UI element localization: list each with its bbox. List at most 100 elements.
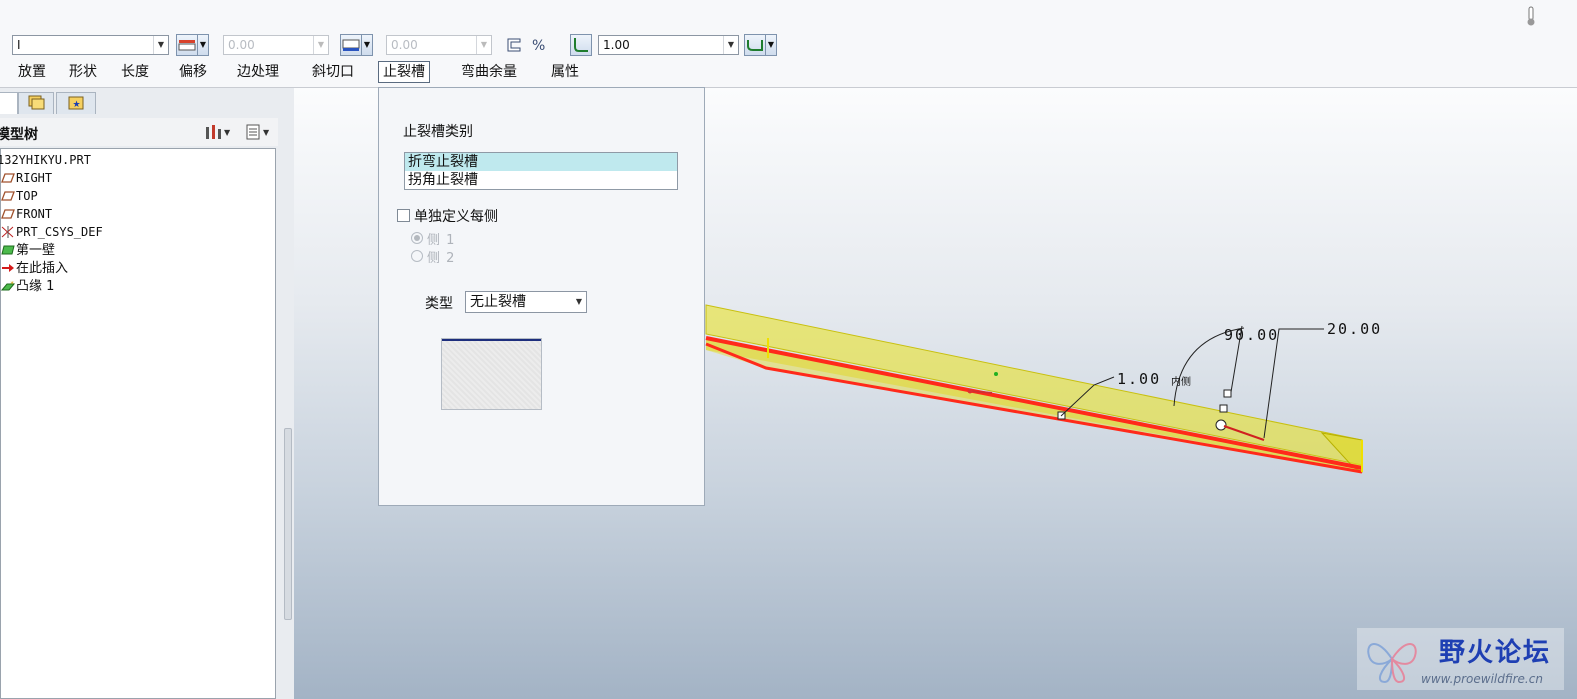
tree-node-csys[interactable]: PRT_CSYS_DEF bbox=[1, 223, 103, 241]
thickness-side-button[interactable] bbox=[176, 34, 198, 56]
tab-offset[interactable]: 偏移 bbox=[179, 62, 207, 82]
radius-side-icon bbox=[747, 40, 763, 51]
insert-arrow-icon bbox=[2, 264, 14, 272]
tree-node-label: TOP bbox=[16, 189, 38, 203]
flange-icon: * bbox=[1, 280, 15, 291]
tab-length[interactable]: 长度 bbox=[121, 62, 149, 82]
tree-node-first-wall[interactable]: 第一壁 bbox=[1, 241, 55, 259]
watermark-url: www.proewildfire.cn bbox=[1421, 672, 1543, 686]
offset-side-dropdown[interactable]: ▼ bbox=[362, 34, 373, 56]
tree-node-label: RIGHT bbox=[16, 171, 53, 185]
tree-node-flange[interactable]: * 凸缘 1 bbox=[1, 277, 54, 295]
side1-label: 侧 1 bbox=[427, 233, 456, 248]
angle-dimension[interactable]: 90.00 bbox=[1224, 326, 1279, 344]
favorites-icon: ★ bbox=[68, 96, 84, 110]
tree-node-label: 132YHIKYU.PRT bbox=[0, 153, 91, 167]
csys-icon bbox=[1, 226, 14, 238]
relief-category-list[interactable]: 折弯止裂槽 拐角止裂槽 bbox=[404, 152, 678, 190]
svg-text:%: % bbox=[532, 38, 545, 54]
model-tree-title: 模型树 bbox=[0, 127, 38, 143]
tree-node-label: FRONT bbox=[16, 207, 53, 221]
flip-thickness-icon[interactable] bbox=[505, 36, 523, 54]
radius-side-button[interactable] bbox=[744, 34, 766, 56]
relief-preview-image bbox=[441, 338, 542, 410]
relief-type-value: 无止裂槽 bbox=[470, 294, 526, 310]
define-each-side-checkbox[interactable] bbox=[397, 209, 410, 222]
relief-type-label: 类型 bbox=[425, 296, 453, 312]
dropdown-arrow-icon[interactable]: ▼ bbox=[153, 36, 168, 54]
thickness-side-dropdown[interactable]: ▼ bbox=[198, 34, 209, 56]
bend-radius-button[interactable] bbox=[570, 34, 592, 56]
tree-node-front[interactable]: FRONT bbox=[1, 205, 52, 223]
bend-radius-icon bbox=[574, 38, 588, 52]
width-value: 0.00 bbox=[228, 38, 255, 52]
offset-side-button[interactable] bbox=[340, 34, 362, 56]
dashboard-toolbar: I ▼ ▼ 0.00 ▼ ▼ 0.00 ▼ % 1.00 ▼ ▼ 放置 形状 长… bbox=[0, 0, 1577, 88]
panel-splitter[interactable] bbox=[282, 88, 292, 699]
tree-node-label: 在此插入 bbox=[16, 261, 69, 276]
svg-text:▼: ▼ bbox=[224, 128, 231, 137]
svg-text:▼: ▼ bbox=[263, 128, 270, 137]
show-menu-icon[interactable]: ▼ bbox=[244, 123, 274, 141]
butterfly-logo-icon bbox=[1367, 643, 1417, 684]
dropdown-arrow-icon[interactable]: ▼ bbox=[476, 36, 491, 54]
datum-plane-icon bbox=[1, 209, 15, 219]
relief-panel: 止裂槽类别 折弯止裂槽 拐角止裂槽 单独定义每侧 侧 1 侧 2 类型 无止裂槽… bbox=[378, 87, 705, 506]
offset-icon bbox=[342, 39, 360, 51]
width-combo[interactable]: 0.00 ▼ bbox=[223, 35, 329, 55]
dropdown-arrow-icon[interactable]: ▼ bbox=[313, 36, 328, 54]
tree-node-insert-here[interactable]: 在此插入 bbox=[1, 259, 68, 277]
wall-icon bbox=[1, 245, 15, 255]
tab-miter-cut[interactable]: 斜切口 bbox=[312, 62, 354, 82]
side1-radio[interactable] bbox=[411, 232, 423, 244]
tree-settings-icon[interactable]: ▼ bbox=[203, 123, 233, 141]
dropdown-arrow-icon[interactable]: ▼ bbox=[572, 292, 586, 312]
datum-plane-icon bbox=[1, 191, 15, 201]
thickness-icon bbox=[178, 40, 196, 51]
model-tree-header: 模型树 ▼ ▼ bbox=[0, 118, 278, 146]
navigator-tab-folders[interactable] bbox=[18, 92, 54, 114]
svg-text:*: * bbox=[10, 280, 14, 288]
percent-icon[interactable]: % bbox=[530, 36, 548, 54]
relief-category-label: 止裂槽类别 bbox=[403, 124, 473, 140]
tab-shape[interactable]: 形状 bbox=[69, 62, 97, 82]
tree-node-label: 第一壁 bbox=[16, 243, 56, 258]
tree-node-label: 凸缘 1 bbox=[16, 279, 55, 294]
tab-relief[interactable]: 止裂槽 bbox=[378, 61, 430, 83]
thickness-side-label[interactable]: 内侧 bbox=[1171, 373, 1191, 388]
length-dimension[interactable]: 20.00 bbox=[1327, 320, 1382, 338]
relief-type-select[interactable]: 无止裂槽 ▼ bbox=[465, 291, 587, 313]
tree-node-part[interactable]: 132YHIKYU.PRT bbox=[0, 151, 91, 169]
navigator-panel: ★ 模型树 ▼ ▼ 132YHIKYU.PRT RIGHT TOP FRONT … bbox=[0, 88, 294, 699]
watermark-logo: 野火论坛 www.proewildfire.cn bbox=[1357, 628, 1564, 690]
offset-combo[interactable]: 0.00 ▼ bbox=[386, 35, 492, 55]
dropdown-arrow-icon[interactable]: ▼ bbox=[723, 36, 738, 54]
datum-plane-icon bbox=[1, 173, 15, 183]
svg-text:★: ★ bbox=[73, 100, 81, 110]
thickness-dimension[interactable]: 1.00 bbox=[1117, 370, 1161, 388]
wall-type-combo[interactable]: I ▼ bbox=[12, 35, 169, 55]
folder-browser-icon bbox=[28, 95, 45, 110]
radius-side-dropdown[interactable]: ▼ bbox=[766, 34, 777, 56]
tab-edge-treatment[interactable]: 边处理 bbox=[237, 62, 279, 82]
side2-label: 侧 2 bbox=[427, 251, 456, 266]
offset-value: 0.00 bbox=[391, 38, 418, 52]
radius-value: 1.00 bbox=[603, 38, 630, 52]
thermometer-icon[interactable] bbox=[1522, 5, 1540, 27]
tree-node-top[interactable]: TOP bbox=[1, 187, 38, 205]
navigator-tab-favorites[interactable]: ★ bbox=[56, 92, 96, 114]
tree-node-label: PRT_CSYS_DEF bbox=[16, 225, 103, 239]
model-tree: 132YHIKYU.PRT RIGHT TOP FRONT PRT_CSYS_D… bbox=[0, 148, 276, 699]
navigator-tab-model[interactable] bbox=[0, 92, 18, 114]
relief-category-item-bend[interactable]: 折弯止裂槽 bbox=[405, 153, 677, 171]
tab-properties[interactable]: 属性 bbox=[551, 62, 579, 82]
watermark-title: 野火论坛 bbox=[1439, 638, 1552, 668]
radius-combo[interactable]: 1.00 ▼ bbox=[598, 35, 739, 55]
wall-type-value: I bbox=[17, 38, 21, 52]
tab-placement[interactable]: 放置 bbox=[18, 62, 46, 82]
tree-node-right[interactable]: RIGHT bbox=[1, 169, 52, 187]
define-each-side-label[interactable]: 单独定义每侧 bbox=[414, 206, 498, 226]
tab-bend-allowance[interactable]: 弯曲余量 bbox=[461, 62, 517, 82]
relief-category-item-corner[interactable]: 拐角止裂槽 bbox=[405, 171, 677, 189]
side2-radio[interactable] bbox=[411, 250, 423, 262]
